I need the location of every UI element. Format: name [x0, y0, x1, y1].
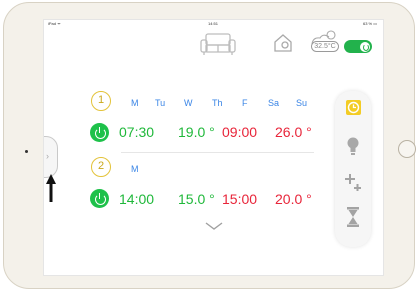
schedule-index-1[interactable]: 1 [91, 91, 111, 111]
house-settings-icon[interactable] [273, 33, 293, 53]
master-power-toggle[interactable] [344, 40, 372, 53]
battery-label: 63 % ▭ [362, 21, 377, 26]
mode-panel [335, 91, 371, 247]
end-temperature[interactable]: 26.0 ° [275, 124, 312, 140]
start-temperature[interactable]: 15.0 ° [178, 191, 215, 207]
app-screen: iPad ᯤ 14:51 63 % ▭ 32.5°C › 1 M Tu W Th… [43, 19, 384, 276]
sofa-icon[interactable] [199, 31, 237, 57]
divider [121, 152, 314, 153]
day-label[interactable]: Th [212, 98, 223, 108]
end-time[interactable]: 15:00 [222, 191, 257, 207]
status-bar: iPad ᯤ 14:51 63 % ▭ [44, 20, 383, 28]
end-temperature[interactable]: 20.0 ° [275, 191, 312, 207]
end-time[interactable]: 09:00 [222, 124, 257, 140]
camera [25, 150, 28, 153]
chevron-right-icon: › [46, 151, 49, 161]
outside-temperature: 32.5°C [311, 41, 339, 52]
day-label[interactable]: F [242, 98, 248, 108]
day-label[interactable]: Tu [155, 98, 165, 108]
day-label[interactable]: Su [296, 98, 307, 108]
start-temperature[interactable]: 19.0 ° [178, 124, 215, 140]
lightbulb-icon[interactable] [346, 136, 360, 156]
clock-label: 14:51 [208, 21, 219, 26]
chevron-down-icon[interactable] [204, 221, 224, 231]
day-label[interactable]: W [184, 98, 193, 108]
hourglass-icon[interactable] [347, 207, 359, 227]
power-icon [360, 41, 370, 52]
start-time[interactable]: 14:00 [119, 191, 154, 207]
start-time[interactable]: 07:30 [119, 124, 154, 140]
carrier-label: iPad ᯤ [48, 21, 61, 26]
home-button[interactable] [398, 140, 416, 158]
plus-minus-icon[interactable] [344, 172, 362, 192]
day-label[interactable]: M [131, 98, 139, 108]
clock-icon[interactable] [345, 99, 362, 116]
day-label[interactable]: M [131, 164, 139, 174]
day-label[interactable]: Sa [268, 98, 279, 108]
power-icon[interactable] [90, 189, 109, 208]
power-icon[interactable] [90, 123, 109, 142]
schedule-index-2[interactable]: 2 [91, 157, 111, 177]
arrow-up-icon [46, 174, 56, 202]
